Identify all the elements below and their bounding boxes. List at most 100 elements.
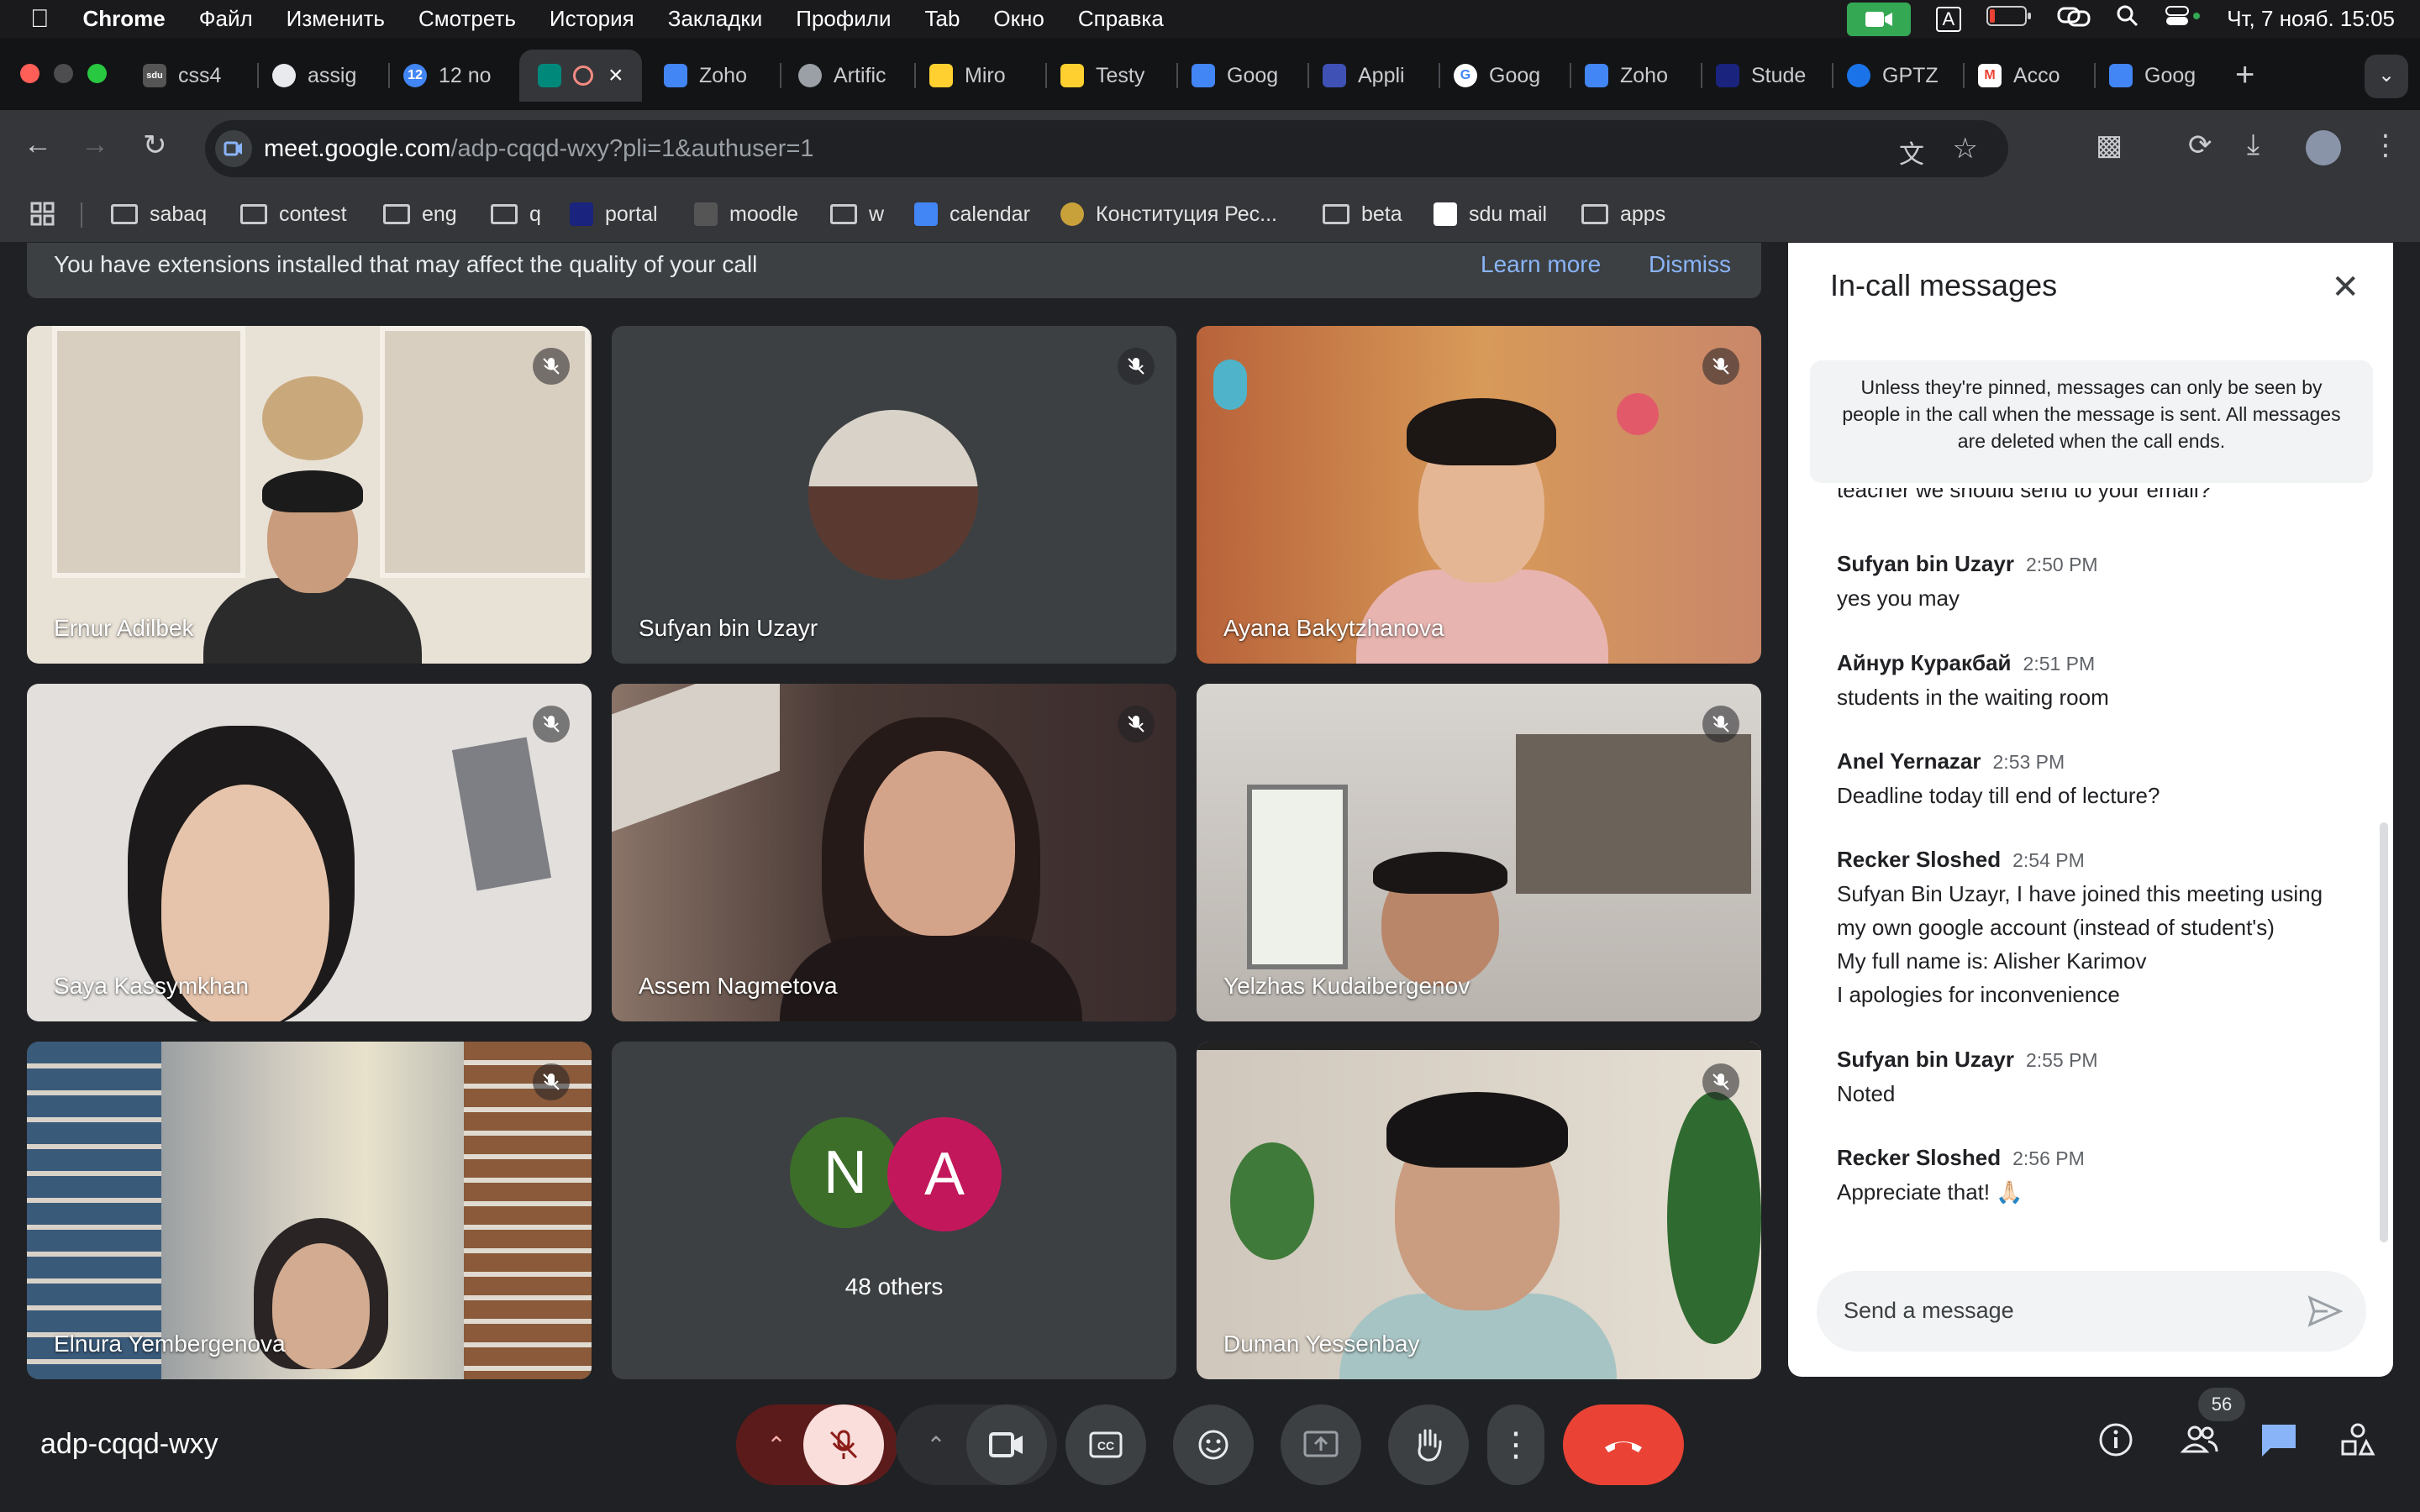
menu-tab[interactable]: Tab [925,6,960,32]
bookmark-calendar[interactable]: calendar [914,199,1030,229]
camera-toggle-button[interactable] [966,1404,1047,1485]
menu-window[interactable]: Окно [993,6,1044,32]
tab-assig[interactable]: assig [272,50,373,102]
more-options-button[interactable]: ⋮ [1487,1404,1544,1485]
profile-avatar[interactable] [2306,130,2341,165]
activities-button[interactable] [2339,1421,2376,1467]
bookmark-portal[interactable]: portal [570,199,658,229]
input-source-icon[interactable]: A [1935,6,1962,32]
translate-page-icon[interactable]: 文 [1899,134,1924,171]
menu-profiles[interactable]: Профили [796,6,891,32]
bookmark-sabaq[interactable]: sabaq [111,199,207,229]
new-tab-icon[interactable]: + [2235,56,2254,94]
participant-tile[interactable]: Ayana Bakytzhanova [1197,326,1761,664]
download-icon[interactable]: ⤓ [2247,129,2260,161]
tab-appli[interactable]: Appli [1323,50,1423,102]
menu-help[interactable]: Справка [1078,6,1164,32]
participant-tile[interactable]: Yelzhas Kudaibergenov [1197,684,1761,1021]
participant-tile[interactable]: Elnura Yembergenova [27,1042,592,1379]
present-screen-button[interactable] [1281,1404,1361,1485]
close-window-button[interactable] [20,64,39,83]
participant-name: Assem Nagmetova [639,973,838,999]
tab-testy[interactable]: Testy [1060,50,1161,102]
battery-icon[interactable] [1986,5,2032,33]
bookmark-sdu-mail[interactable]: sdu mail [1434,199,1547,229]
control-center-icon[interactable] [2165,4,2202,34]
reload-icon[interactable]: ↻ [143,129,167,162]
chevron-up-icon: ⌃ [926,1431,946,1458]
learn-more-link[interactable]: Learn more [1481,251,1601,278]
meeting-details-info-icon[interactable] [2097,1421,2134,1467]
tab-artific[interactable]: Artific [798,50,899,102]
bookmark-beta[interactable]: beta [1323,199,1402,229]
tab-google-search[interactable]: G Goog [1454,50,1555,102]
participant-tile[interactable]: Ernur Adilbek [27,326,592,664]
chrome-menu-icon[interactable]: ⋮ [2371,129,2400,162]
participant-tile[interactable]: Duman Yessenbay [1197,1042,1761,1379]
back-arrow-icon[interactable]: ← [24,129,52,161]
bookmark-moodle[interactable]: moodle [694,199,798,229]
globe-favicon-icon [798,64,822,87]
browser-tab-strip: sdu css4 assig 12 12 no × Zoho Artific Mir… [0,38,2420,110]
tab-miro[interactable]: Miro [929,50,1030,102]
apple-logo-icon[interactable]:  [30,5,50,34]
mic-toggle-button[interactable] [803,1404,884,1485]
menu-history[interactable]: История [550,6,634,32]
emoji-reaction-button[interactable] [1173,1404,1254,1485]
dismiss-button[interactable]: Dismiss [1649,251,1731,278]
close-panel-icon[interactable]: ✕ [2331,268,2360,307]
tab-search-chevron-icon[interactable]: ⌄ [2365,55,2408,98]
menu-file[interactable]: Файл [199,6,253,32]
address-bar[interactable]: meet.google.com/adp-cqqd-wxy?pli=1&authu… [205,120,2008,177]
extension-icon[interactable]: ⟳ [2188,129,2212,162]
participant-tile[interactable]: Sufyan bin Uzayr [612,326,1176,664]
menu-bookmarks[interactable]: Закладки [668,6,763,32]
bookmark-q[interactable]: q [491,199,541,229]
participant-name: Elnura Yembergenova [54,1331,286,1357]
tab-zoho-1[interactable]: Zoho [664,50,765,102]
bookmark-w[interactable]: w [830,199,884,229]
menu-clock[interactable]: Чт, 7 нояб. 15:05 [2227,6,2395,32]
message-input[interactable]: Send a message [1817,1271,2366,1352]
site-info-icon[interactable] [215,130,252,167]
tab-css4[interactable]: sdu css4 [143,50,242,102]
forward-arrow-icon[interactable]: → [81,129,109,161]
people-button[interactable] [2180,1421,2220,1467]
menu-edit[interactable]: Изменить [287,6,385,32]
emoji-icon [1198,1430,1228,1460]
tab-gptz[interactable]: GPTZ [1847,50,1948,102]
messages-scrollbar[interactable] [2380,822,2388,1242]
menu-view[interactable]: Смотреть [418,6,516,32]
bookmark-contest[interactable]: contest [240,199,347,229]
raise-hand-button[interactable] [1388,1404,1469,1485]
tab-goog-translate[interactable]: Goog [1192,50,1292,102]
participant-tile[interactable]: Assem Nagmetova [612,684,1176,1021]
close-tab-icon[interactable]: × [608,61,623,90]
others-tile[interactable]: N A 48 others [612,1042,1176,1379]
tab-12-no[interactable]: 12 12 no [403,50,502,102]
tab-acco[interactable]: M Acco [1978,50,2079,102]
bookmark-constitution[interactable]: Конституция Рес... [1060,199,1277,229]
bookmark-star-icon[interactable]: ☆ [1953,132,1978,165]
participant-tile[interactable]: Saya Kassymkhan [27,684,592,1021]
bookmark-eng[interactable]: eng [383,199,457,229]
captions-button[interactable]: CC [1065,1404,1146,1485]
tab-zoho-2[interactable]: Zoho [1585,50,1686,102]
zoom-window-button[interactable] [87,64,107,83]
extensions-puzzle-icon[interactable]: ▩ [2096,129,2123,162]
participant-name: Saya Kassymkhan [54,973,249,999]
send-icon[interactable] [2307,1294,2343,1328]
tab-stude[interactable]: Stude [1716,50,1817,102]
folder-icon [1581,204,1608,224]
search-icon[interactable] [2116,4,2139,34]
bookmark-apps[interactable]: apps [1581,199,1665,229]
apps-grid-icon[interactable] [30,199,55,229]
leave-call-button[interactable] [1563,1404,1684,1485]
minimize-window-button[interactable] [54,64,73,83]
screen-mirroring-icon[interactable] [2057,5,2091,33]
tab-goog-translate-2[interactable]: Goog [2109,50,2210,102]
tab-google-meet-active[interactable]: × [519,50,642,102]
chat-button[interactable] [2259,1421,2299,1467]
camera-in-use-icon[interactable] [1846,2,1911,36]
menu-app-name[interactable]: Chrome [83,6,166,32]
